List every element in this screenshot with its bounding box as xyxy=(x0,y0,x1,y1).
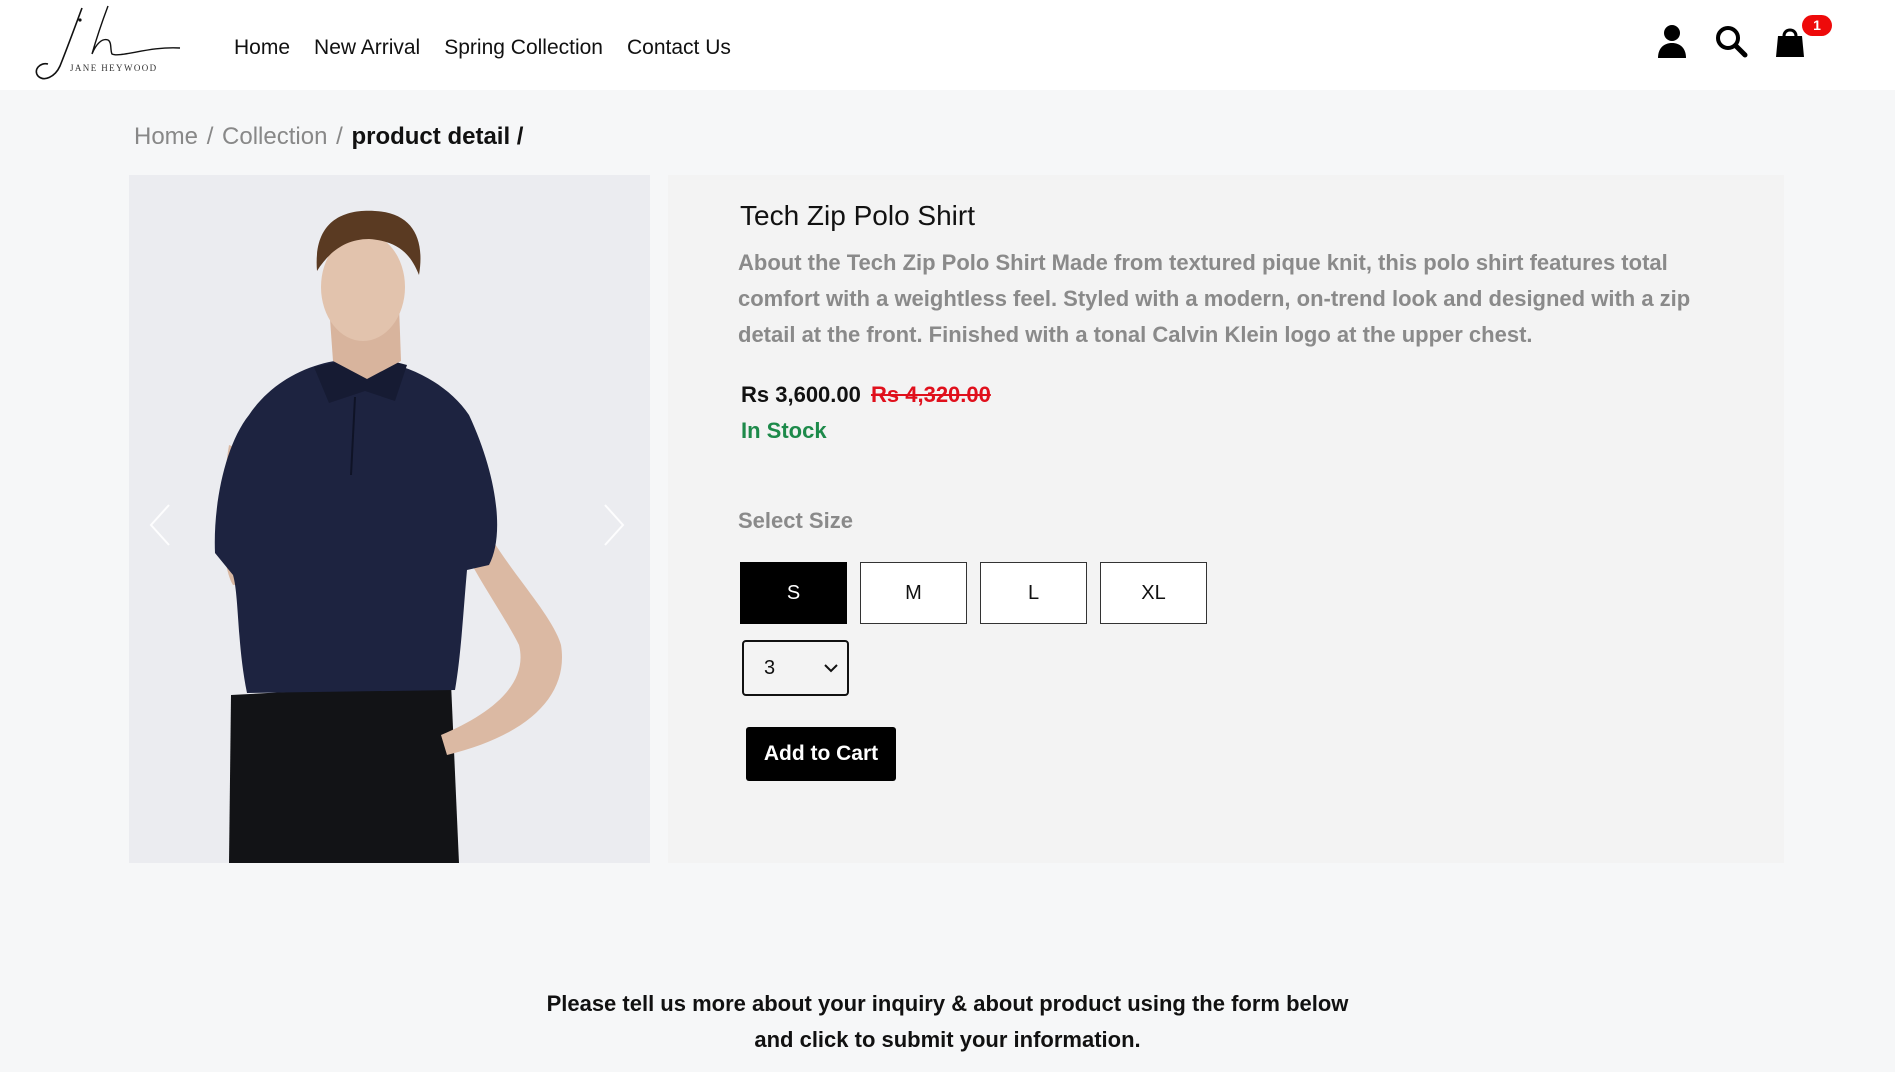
size-option-xl[interactable]: XL xyxy=(1100,562,1207,624)
top-navbar: JANE HEYWOOD Home New Arrival Spring Col… xyxy=(0,0,1895,90)
add-to-cart-button[interactable]: Add to Cart xyxy=(746,727,896,781)
nav-icon-group: 1 xyxy=(1655,15,1832,60)
user-icon[interactable] xyxy=(1655,24,1689,60)
inquiry-line-2: and click to submit your information. xyxy=(754,1027,1141,1052)
nav-link-home[interactable]: Home xyxy=(234,36,290,60)
brand-name: JANE HEYWOOD xyxy=(70,63,158,73)
product-image-carousel[interactable] xyxy=(129,175,650,863)
breadcrumb-home[interactable]: Home xyxy=(134,123,198,150)
breadcrumb-current: product detail / xyxy=(351,123,524,150)
breadcrumb: Home / Collection / product detail / xyxy=(134,123,523,151)
nav-link-spring-collection[interactable]: Spring Collection xyxy=(444,36,603,60)
search-icon[interactable] xyxy=(1714,24,1748,60)
quantity-value: 3 xyxy=(764,656,776,679)
price-row: Rs 3,600.00 Rs 4,320.00 xyxy=(741,382,991,408)
carousel-prev-button[interactable] xyxy=(143,495,179,555)
size-option-l[interactable]: L xyxy=(980,562,1087,624)
brand-logo[interactable]: JANE HEYWOOD xyxy=(30,2,185,84)
nav-link-contact-us[interactable]: Contact Us xyxy=(627,36,731,60)
product-info-panel: Tech Zip Polo Shirt About the Tech Zip P… xyxy=(668,175,1784,863)
shopping-bag-icon[interactable]: 1 xyxy=(1773,15,1832,60)
size-label: Select Size xyxy=(738,508,853,533)
inquiry-line-1: Please tell us more about your inquiry &… xyxy=(546,991,1349,1016)
carousel-next-button[interactable] xyxy=(595,495,631,555)
nav-link-new-arrival[interactable]: New Arrival xyxy=(314,36,420,60)
breadcrumb-collection[interactable]: Collection xyxy=(222,123,327,150)
quantity-select[interactable]: 3 xyxy=(742,640,849,696)
cart-count-badge: 1 xyxy=(1802,15,1832,36)
inquiry-intro: Please tell us more about your inquiry &… xyxy=(0,986,1895,1058)
main-nav: Home New Arrival Spring Collection Conta… xyxy=(234,36,731,60)
product-photo xyxy=(129,175,650,863)
current-price: Rs 3,600.00 xyxy=(741,382,861,407)
size-option-m[interactable]: M xyxy=(860,562,967,624)
chevron-left-icon xyxy=(149,504,170,546)
original-price: Rs 4,320.00 xyxy=(871,382,991,407)
chevron-right-icon xyxy=(604,504,625,546)
size-option-s[interactable]: S xyxy=(740,562,847,624)
product-title: Tech Zip Polo Shirt xyxy=(740,200,975,231)
size-selector: S M L XL xyxy=(740,562,1207,624)
breadcrumb-separator: / xyxy=(206,123,214,150)
stock-status: In Stock xyxy=(741,418,827,443)
breadcrumb-separator: / xyxy=(336,123,343,150)
product-description: About the Tech Zip Polo Shirt Made from … xyxy=(738,250,1691,347)
chevron-down-icon xyxy=(824,664,838,673)
